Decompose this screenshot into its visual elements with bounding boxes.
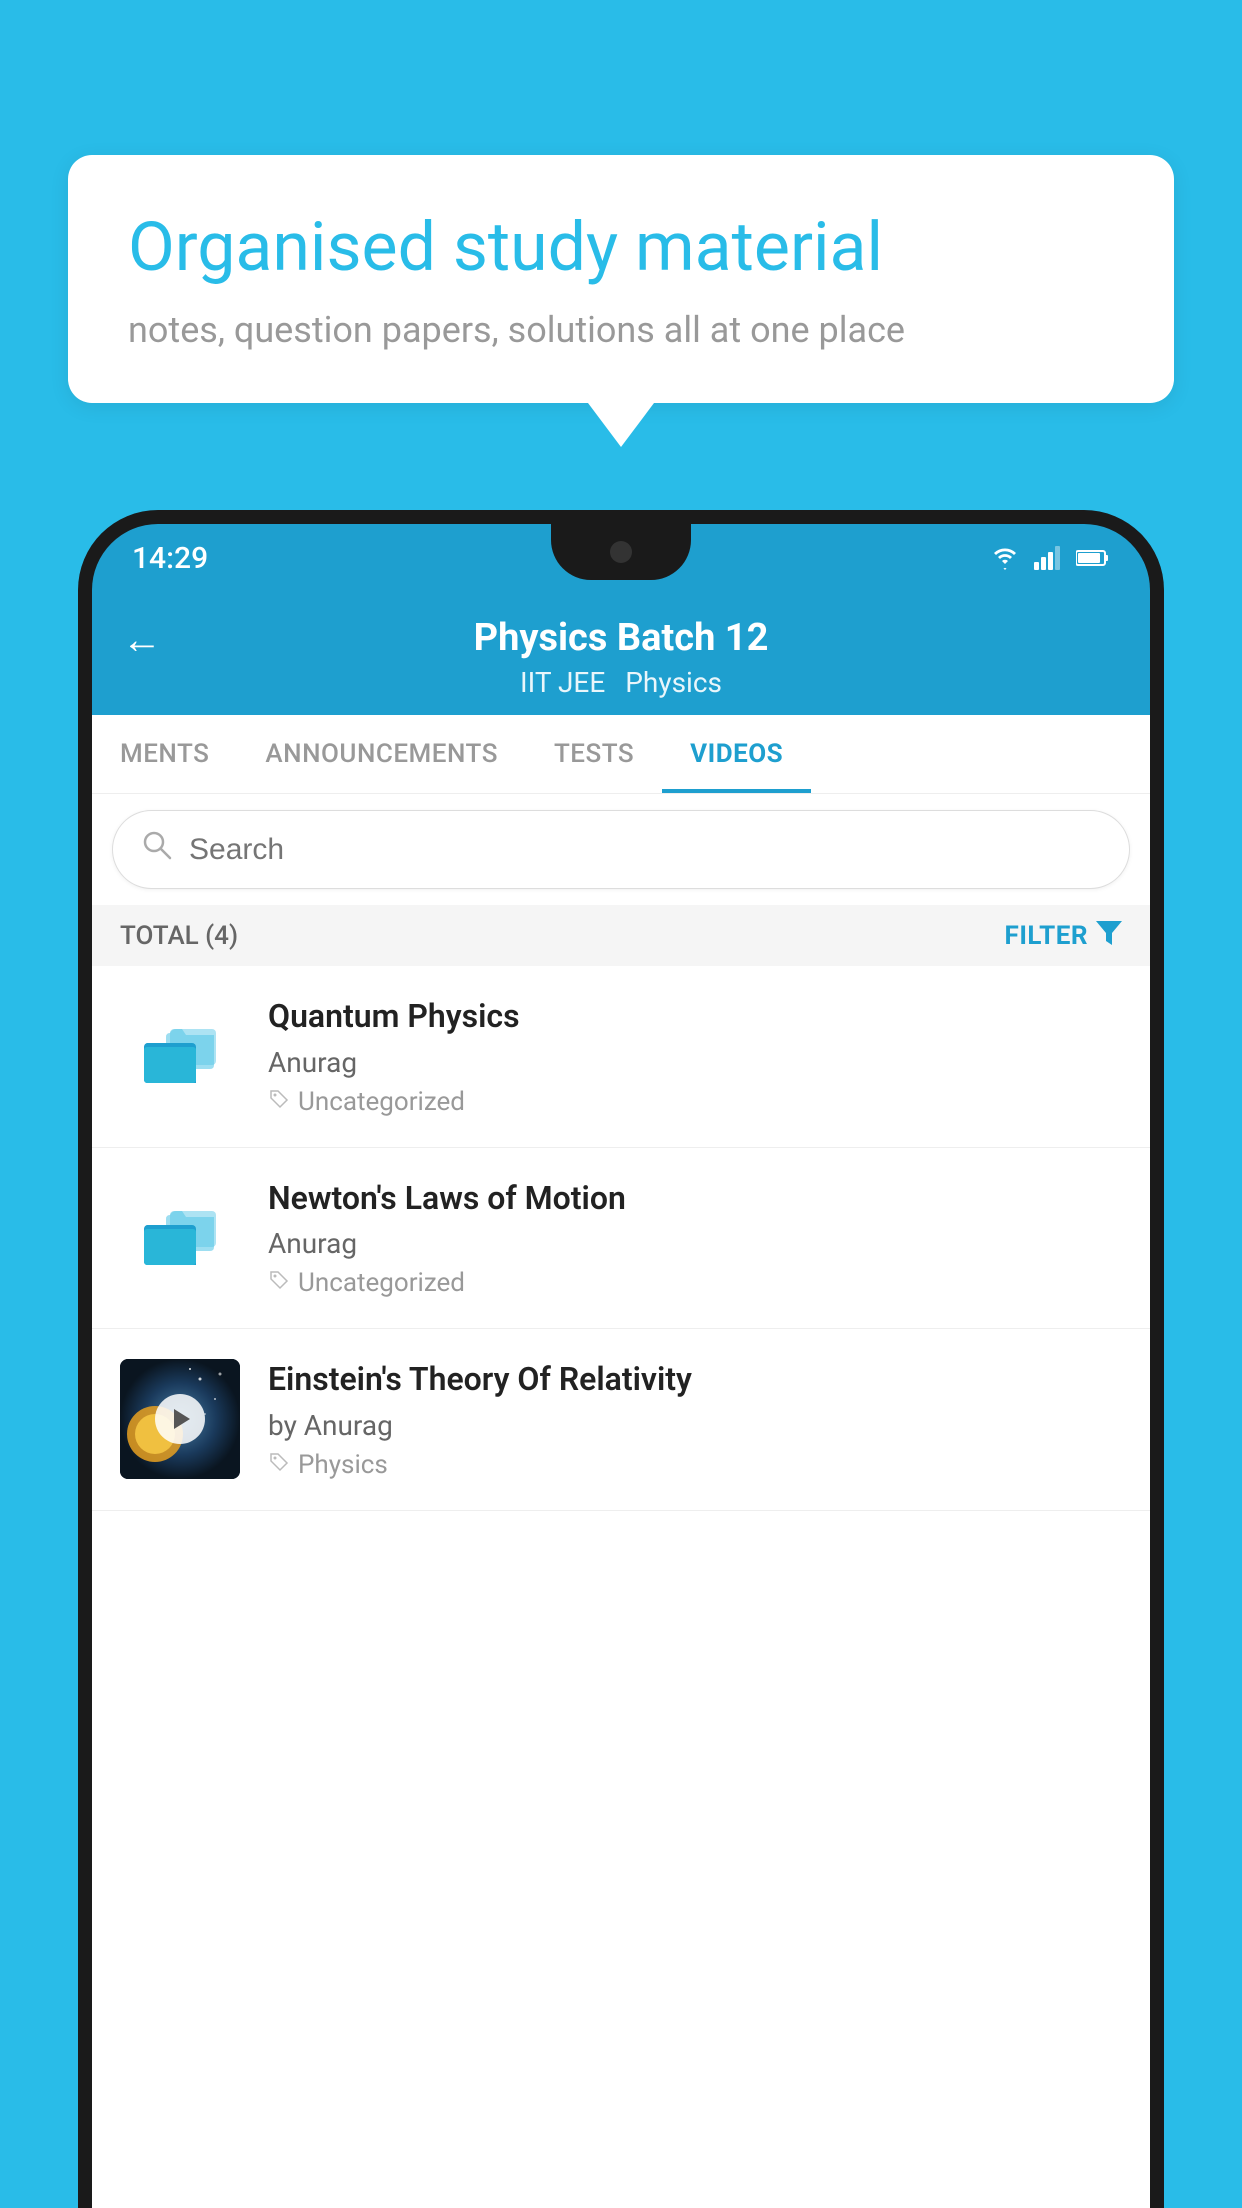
tabs-bar: MENTS ANNOUNCEMENTS TESTS VIDEOS (92, 715, 1150, 794)
video-author: Anurag (268, 1227, 1122, 1260)
video-tag-label: Uncategorized (298, 1087, 465, 1117)
video-info: Einstein's Theory Of Relativity by Anura… (268, 1359, 1122, 1480)
video-tag-label: Uncategorized (298, 1268, 465, 1298)
header-tag-iitjee: IIT JEE (520, 666, 605, 699)
list-item[interactable]: Newton's Laws of Motion Anurag Uncategor… (92, 1148, 1150, 1330)
back-button[interactable]: ← (122, 616, 162, 663)
video-title: Newton's Laws of Motion (268, 1178, 1122, 1220)
tag-icon (268, 1088, 290, 1116)
wifi-icon (990, 546, 1020, 570)
video-info: Newton's Laws of Motion Anurag Uncategor… (268, 1178, 1122, 1299)
play-button[interactable] (155, 1394, 205, 1444)
speech-bubble-title: Organised study material (128, 207, 1114, 289)
header-title: Physics Batch 12 (474, 616, 769, 660)
header-tag-physics: Physics (625, 666, 722, 699)
status-bar: 14:29 (92, 524, 1150, 592)
video-tag: Uncategorized (268, 1087, 1122, 1117)
speech-bubble-subtitle: notes, question papers, solutions all at… (128, 309, 1114, 351)
status-icons (990, 546, 1110, 570)
tab-tests[interactable]: TESTS (526, 715, 662, 793)
speech-bubble-container: Organised study material notes, question… (68, 155, 1174, 403)
speech-bubble: Organised study material notes, question… (68, 155, 1174, 403)
video-tag: Uncategorized (268, 1268, 1122, 1298)
filter-icon (1096, 919, 1122, 952)
filter-button[interactable]: FILTER (1005, 919, 1122, 952)
app-screen: ← Physics Batch 12 IIT JEE Physics MENTS… (92, 592, 1150, 2208)
signal-icon (1034, 546, 1062, 570)
video-thumbnail (120, 1359, 240, 1479)
battery-icon (1076, 549, 1110, 567)
video-title: Einstein's Theory Of Relativity (268, 1359, 1122, 1401)
filter-label: FILTER (1005, 921, 1088, 951)
video-tag-label: Physics (298, 1450, 388, 1480)
video-tag: Physics (268, 1450, 1122, 1480)
video-info: Quantum Physics Anurag Uncategorized (268, 996, 1122, 1117)
search-icon (141, 829, 173, 870)
tab-announcements[interactable]: ANNOUNCEMENTS (237, 715, 526, 793)
tab-videos[interactable]: VIDEOS (662, 715, 811, 793)
status-time: 14:29 (132, 541, 208, 576)
camera-dot (610, 541, 632, 563)
list-item[interactable]: Einstein's Theory Of Relativity by Anura… (92, 1329, 1150, 1511)
tag-icon (268, 1269, 290, 1297)
video-author: Anurag (268, 1046, 1122, 1079)
total-label: TOTAL (4) (120, 921, 238, 951)
tab-ments[interactable]: MENTS (92, 715, 237, 793)
list-item[interactable]: Quantum Physics Anurag Uncategorized (92, 966, 1150, 1148)
header-subtitle: IIT JEE Physics (520, 666, 722, 699)
folder-icon (120, 1178, 240, 1298)
app-header: ← Physics Batch 12 IIT JEE Physics (92, 592, 1150, 715)
folder-icon (120, 996, 240, 1116)
search-input[interactable] (189, 833, 1101, 867)
notch (551, 524, 691, 580)
video-list: Quantum Physics Anurag Uncategorized (92, 966, 1150, 2208)
phone-inner: 14:29 (92, 524, 1150, 2208)
filter-row: TOTAL (4) FILTER (92, 905, 1150, 966)
video-title: Quantum Physics (268, 996, 1122, 1038)
tag-icon (268, 1451, 290, 1479)
phone-frame: 14:29 (78, 510, 1164, 2208)
search-bar[interactable] (112, 810, 1130, 889)
video-author: by Anurag (268, 1409, 1122, 1442)
